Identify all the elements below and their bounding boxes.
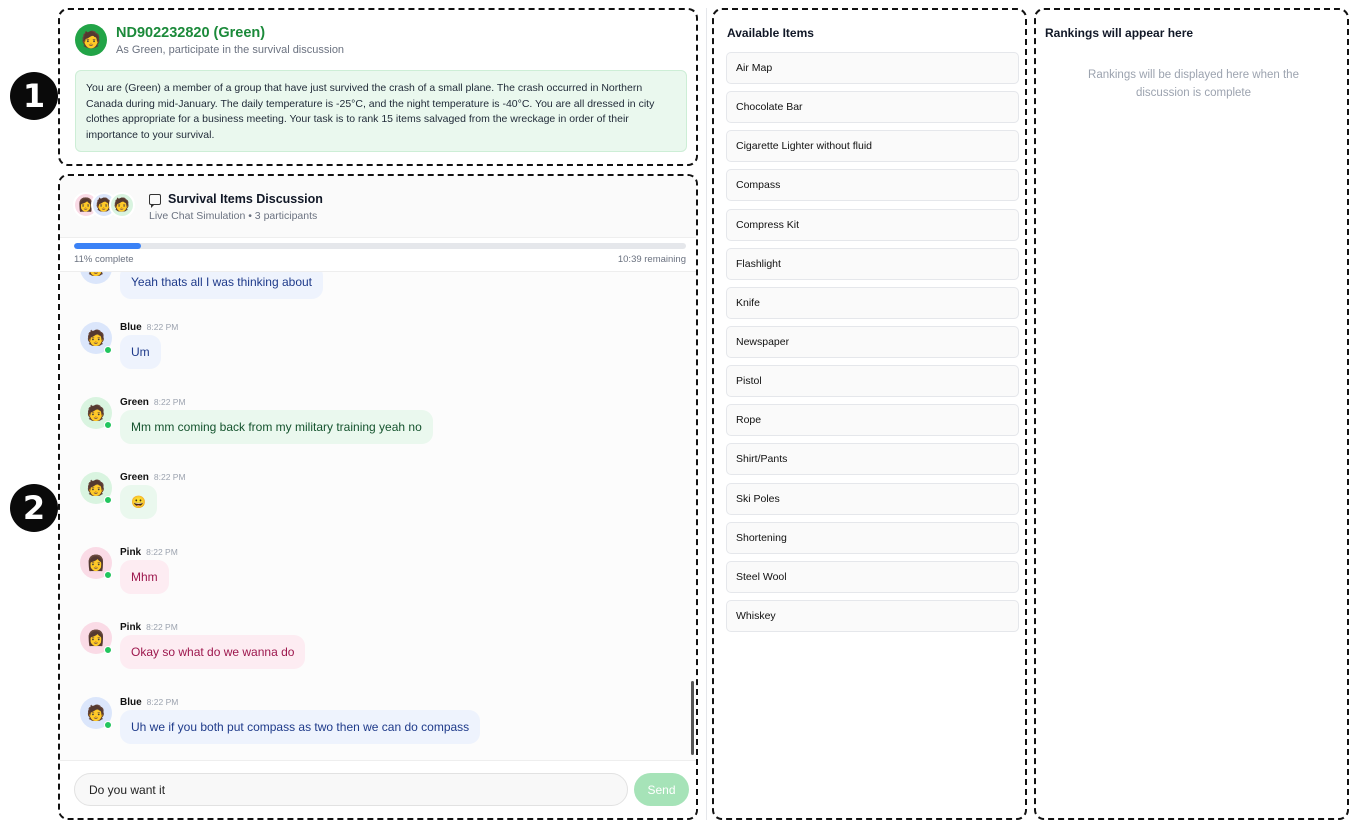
message-time: 8:22 PM <box>153 397 186 407</box>
message-meta: Pink 8:22 PM <box>120 622 178 633</box>
message-sender: Pink <box>120 622 142 633</box>
message-sender: Blue <box>120 322 142 333</box>
available-item[interactable]: Knife <box>726 286 1019 319</box>
available-item[interactable]: Shortening <box>726 521 1019 554</box>
available-items-panel: Available Items Air Map Chocolate Bar Ciga… <box>712 8 1027 820</box>
progress-fill <box>74 243 142 249</box>
message-bubble: 😀 <box>120 485 157 519</box>
message-time: 8:22 PM <box>146 547 178 557</box>
available-item[interactable]: Pistol <box>726 365 1019 398</box>
message-bubble: Mm mm coming back from my military train… <box>120 410 433 444</box>
available-item[interactable]: Steel Wool <box>726 560 1019 593</box>
message-bubble: Uh we if you both put compass as two the… <box>120 710 481 744</box>
message-bubble: Mhm <box>120 560 169 594</box>
participant-subtitle: As Green, participate in the survival di… <box>116 44 345 56</box>
message-time: 8:22 PM <box>146 622 178 632</box>
person-emoji-icon: 🧑 <box>81 32 101 49</box>
chat-subtitle: Live Chat Simulation • 3 participants <box>149 210 318 222</box>
message-time: 8:22 PM <box>146 322 179 332</box>
message-time: 8:22 PM <box>153 472 186 482</box>
available-item[interactable]: Shirt/Pants <box>726 443 1019 476</box>
chat-scrollbar[interactable] <box>691 681 694 755</box>
progress-percent: 11% complete <box>74 254 134 265</box>
step-badge-2: 2 <box>10 484 58 532</box>
message-meta: Blue 8:22 PM <box>120 322 178 333</box>
message-sender: Pink <box>120 547 142 558</box>
online-indicator <box>104 346 112 354</box>
chat-panel: 👩 🧑 🧑 Survival Items Discussion Live Cha… <box>58 174 698 820</box>
available-items-title: Available Items <box>727 26 814 40</box>
available-item[interactable]: Ski Poles <box>726 482 1019 515</box>
send-button[interactable]: Send <box>634 773 689 806</box>
message-meta: Blue 8:22 PM <box>120 697 178 708</box>
online-indicator <box>104 646 112 654</box>
progress-bar <box>74 243 686 249</box>
message-avatar: 🧑 <box>80 272 112 284</box>
message-input[interactable] <box>74 773 628 806</box>
message-bubble: Yeah thats all I was thinking about <box>120 272 324 299</box>
message-sender: Blue <box>120 697 142 708</box>
participant-avatar: 🧑 <box>75 24 107 56</box>
progress-section: 11% complete 10:39 remaining <box>60 238 696 272</box>
chat-title: Survival Items Discussion <box>149 192 323 208</box>
chat-title-text: Survival Items Discussion <box>168 192 323 206</box>
scenario-text: You are (Green) a member of a group that… <box>75 70 687 152</box>
message-meta: Green 8:22 PM <box>120 472 186 483</box>
time-remaining: 10:39 remaining <box>617 254 686 265</box>
available-item[interactable]: Cigarette Lighter without fluid <box>726 130 1019 163</box>
message-bubble: Um <box>120 335 161 369</box>
available-item[interactable]: Air Map <box>726 52 1019 84</box>
message-meta: Pink 8:22 PM <box>120 547 178 558</box>
chat-bubble-icon <box>149 193 161 208</box>
available-item[interactable]: Newspaper <box>726 325 1019 358</box>
available-item[interactable]: Compress Kit <box>726 208 1019 241</box>
message-list[interactable]: 🧑 Yeah thats all I was thinking about 🧑 … <box>60 272 696 764</box>
message-sender: Green <box>120 472 149 483</box>
message-time: 8:22 PM <box>146 697 179 707</box>
message-bubble: Okay so what do we wanna do <box>120 635 306 669</box>
online-indicator <box>104 571 112 579</box>
panel-divider <box>706 8 707 820</box>
message-sender: Green <box>120 397 149 408</box>
chat-header: 👩 🧑 🧑 Survival Items Discussion Live Cha… <box>60 176 696 238</box>
rankings-title: Rankings will appear here <box>1045 26 1194 40</box>
online-indicator <box>104 496 112 504</box>
available-item[interactable]: Chocolate Bar <box>726 91 1019 124</box>
message-meta: Green 8:22 PM <box>120 397 186 408</box>
online-indicator <box>104 721 112 729</box>
scenario-panel: 🧑 ND902232820 (Green) As Green, particip… <box>58 8 698 166</box>
available-item[interactable]: Compass <box>726 169 1019 202</box>
available-item[interactable]: Rope <box>726 404 1019 437</box>
online-indicator <box>104 421 112 429</box>
rankings-panel: Rankings will appear here Rankings will … <box>1034 8 1349 820</box>
participant-header: 🧑 ND902232820 (Green) As Green, particip… <box>75 24 344 56</box>
available-item[interactable]: Whiskey <box>726 599 1019 632</box>
participant-id: ND902232820 (Green) <box>116 25 266 41</box>
available-items-list: Air Map Chocolate Bar Cigarette Lighter wi… <box>726 52 1019 639</box>
step-badge-1: 1 <box>10 72 58 120</box>
composer: Send <box>60 760 696 818</box>
rankings-empty-message: Rankings will be displayed here when the… <box>1088 69 1299 99</box>
green-avatar: 🧑 <box>109 192 135 218</box>
participant-avatars: 👩 🧑 🧑 <box>73 192 137 220</box>
available-item[interactable]: Flashlight <box>726 247 1019 280</box>
